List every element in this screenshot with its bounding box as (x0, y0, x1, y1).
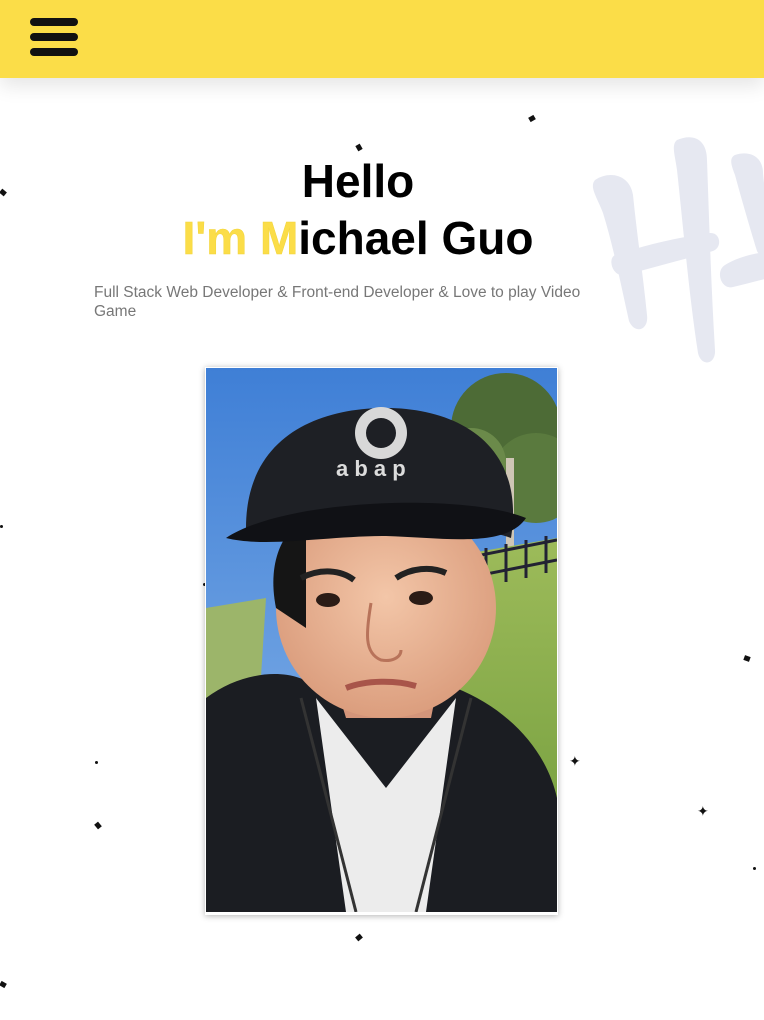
sparkle-icon: ✦ (569, 754, 581, 770)
confetti-particle (355, 933, 363, 942)
menu-bar-line (30, 33, 78, 41)
confetti-particle (528, 114, 536, 123)
page: Hello I'm Michael Guo Full Stack Web Dev… (0, 0, 764, 1020)
greeting-heading: Hello (301, 155, 415, 207)
profile-photo: a b a p (206, 368, 557, 912)
top-nav-bar (0, 0, 764, 78)
confetti-particle (0, 980, 7, 989)
name-heading: I'm Michael Guo (0, 211, 716, 265)
hero-subtitle: Full Stack Web Developer & Front-end Dev… (94, 284, 581, 320)
name-typed-rest: ichael Guo (298, 212, 534, 264)
confetti-particle (94, 821, 102, 830)
menu-bar-line (30, 18, 78, 26)
name-typed-highlight: I'm M (182, 212, 299, 265)
svg-text:a b a p: a b a p (336, 456, 406, 481)
confetti-particle (0, 525, 3, 528)
confetti-particle (95, 761, 98, 764)
menu-bar-line (30, 48, 78, 56)
profile-photo-frame: a b a p (205, 367, 558, 915)
confetti-particle (743, 655, 751, 662)
sparkle-icon: ✦ (697, 804, 709, 820)
confetti-particle (753, 867, 756, 870)
confetti-particle (355, 143, 363, 152)
hamburger-menu-icon[interactable] (30, 18, 78, 58)
